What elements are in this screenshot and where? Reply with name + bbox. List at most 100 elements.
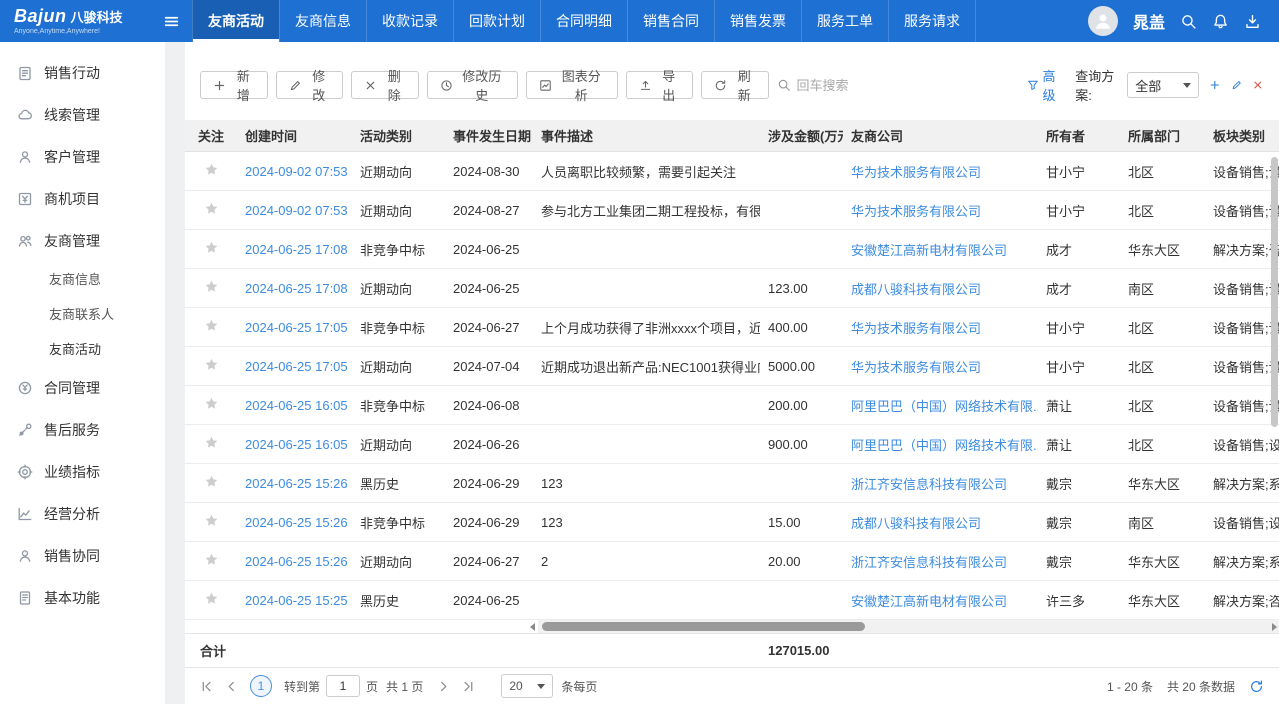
- first-page-button[interactable]: [200, 680, 213, 693]
- vertical-scrollbar[interactable]: [1271, 157, 1278, 427]
- table-row[interactable]: 2024-06-25 16:05非竞争中标2024-06-08200.00阿里巴…: [185, 386, 1279, 425]
- column-header-创建时间[interactable]: 创建时间: [237, 126, 352, 145]
- table-row[interactable]: 2024-06-25 15:26黑历史2024-06-29123浙江齐安信息科技…: [185, 464, 1279, 503]
- star-icon[interactable]: [204, 474, 219, 489]
- tab-销售发票[interactable]: 销售发票: [714, 0, 801, 42]
- tab-友商活动[interactable]: 友商活动: [192, 0, 279, 42]
- sidebar-item-售后服务[interactable]: 售后服务: [0, 409, 165, 451]
- star-icon[interactable]: [204, 591, 219, 606]
- column-header-事件描述[interactable]: 事件描述: [533, 126, 760, 145]
- table-row[interactable]: 2024-09-02 07:53近期动向2024-08-27参与北方工业集团二期…: [185, 191, 1279, 230]
- sidebar-item-业绩指标[interactable]: 业绩指标: [0, 451, 165, 493]
- delete-query-plan-button[interactable]: [1252, 78, 1264, 92]
- star-icon[interactable]: [204, 162, 219, 177]
- sidebar-item-销售协同[interactable]: 销售协同: [0, 535, 165, 577]
- sidebar-item-客户管理[interactable]: 客户管理: [0, 136, 165, 178]
- table-row[interactable]: 2024-06-25 15:26非竞争中标2024-06-2912315.00成…: [185, 503, 1279, 542]
- hscroll-thumb[interactable]: [542, 622, 865, 631]
- column-header-关注[interactable]: 关注: [185, 126, 237, 145]
- star-icon[interactable]: [204, 513, 219, 528]
- cell-company[interactable]: 成都八骏科技有限公司: [843, 279, 1038, 298]
- cell-created[interactable]: 2024-06-25 17:05: [237, 320, 352, 335]
- toolbar-button-修改[interactable]: 修改: [276, 71, 344, 99]
- table-row[interactable]: 2024-06-25 15:26近期动向2024-06-27220.00浙江齐安…: [185, 542, 1279, 581]
- last-page-button[interactable]: [462, 680, 475, 693]
- notification-bell-icon[interactable]: [1212, 13, 1229, 30]
- cell-created[interactable]: 2024-06-25 15:26: [237, 554, 352, 569]
- cell-created[interactable]: 2024-06-25 17:08: [237, 242, 352, 257]
- sidebar-subitem-友商活动[interactable]: 友商活动: [0, 332, 165, 367]
- hscroll-track[interactable]: [538, 620, 1279, 633]
- cell-company[interactable]: 华为技术服务有限公司: [843, 162, 1038, 181]
- star-icon[interactable]: [204, 318, 219, 333]
- cell-created[interactable]: 2024-06-25 17:08: [237, 281, 352, 296]
- table-row[interactable]: 2024-06-25 17:08非竞争中标2024-06-25安徽楚江高新电材有…: [185, 230, 1279, 269]
- sidebar-item-经营分析[interactable]: 经营分析: [0, 493, 165, 535]
- cell-company[interactable]: 阿里巴巴（中国）网络技术有限...: [843, 396, 1038, 415]
- toolbar-button-新增[interactable]: 新增: [200, 71, 268, 99]
- hamburger-menu-icon[interactable]: [150, 0, 192, 42]
- toolbar-button-图表分析[interactable]: 图表分析: [526, 71, 617, 99]
- cell-created[interactable]: 2024-06-25 15:26: [237, 515, 352, 530]
- sidebar-item-友商管理[interactable]: 友商管理: [0, 220, 165, 262]
- scroll-right-arrow-icon[interactable]: [1272, 623, 1277, 631]
- prev-page-button[interactable]: [225, 680, 238, 693]
- table-row[interactable]: 2024-06-25 17:08近期动向2024-06-25123.00成都八骏…: [185, 269, 1279, 308]
- star-icon[interactable]: [204, 552, 219, 567]
- cell-company[interactable]: 阿里巴巴（中国）网络技术有限...: [843, 435, 1038, 454]
- tab-收款记录[interactable]: 收款记录: [366, 0, 453, 42]
- column-header-涉及金额(万元)[interactable]: 涉及金额(万元): [760, 126, 843, 145]
- add-query-plan-button[interactable]: [1209, 78, 1221, 92]
- cell-created[interactable]: 2024-06-25 16:05: [237, 437, 352, 452]
- column-header-友商公司[interactable]: 友商公司: [843, 126, 1038, 145]
- sidebar-item-商机项目[interactable]: 商机项目: [0, 178, 165, 220]
- column-header-所属部门[interactable]: 所属部门: [1120, 126, 1205, 145]
- tab-友商信息[interactable]: 友商信息: [279, 0, 366, 42]
- topbar-search-icon[interactable]: [1180, 13, 1197, 30]
- download-icon[interactable]: [1244, 13, 1261, 30]
- cell-created[interactable]: 2024-09-02 07:53: [237, 203, 352, 218]
- star-icon[interactable]: [204, 357, 219, 372]
- cell-company[interactable]: 华为技术服务有限公司: [843, 357, 1038, 376]
- star-icon[interactable]: [204, 435, 219, 450]
- cell-company[interactable]: 浙江齐安信息科技有限公司: [843, 474, 1038, 493]
- goto-page-input[interactable]: [326, 675, 360, 697]
- table-row[interactable]: 2024-06-25 17:05非竞争中标2024-06-27上个月成功获得了非…: [185, 308, 1279, 347]
- query-plan-select[interactable]: 全部: [1127, 72, 1199, 98]
- tab-销售合同[interactable]: 销售合同: [627, 0, 714, 42]
- cell-company[interactable]: 安徽楚江高新电材有限公司: [843, 591, 1038, 610]
- sidebar-subitem-友商信息[interactable]: 友商信息: [0, 262, 165, 297]
- column-header-事件发生日期[interactable]: 事件发生日期: [445, 126, 533, 145]
- cell-company[interactable]: 安徽楚江高新电材有限公司: [843, 240, 1038, 259]
- cell-created[interactable]: 2024-06-25 15:25: [237, 593, 352, 608]
- tab-回款计划[interactable]: 回款计划: [453, 0, 540, 42]
- table-row[interactable]: 2024-06-25 17:05近期动向2024-07-04近期成功退出新产品:…: [185, 347, 1279, 386]
- star-icon[interactable]: [204, 279, 219, 294]
- username[interactable]: 晁盖: [1133, 9, 1165, 33]
- tab-合同明细[interactable]: 合同明细: [540, 0, 627, 42]
- cell-created[interactable]: 2024-06-25 17:05: [237, 359, 352, 374]
- cell-created[interactable]: 2024-06-25 15:26: [237, 476, 352, 491]
- table-row[interactable]: 2024-06-25 15:25黑历史2024-06-25安徽楚江高新电材有限公…: [185, 581, 1279, 620]
- page-size-select[interactable]: 20: [501, 674, 553, 698]
- column-header-板块类别[interactable]: 板块类别: [1205, 126, 1279, 145]
- next-page-button[interactable]: [437, 680, 450, 693]
- cell-created[interactable]: 2024-09-02 07:53: [237, 164, 352, 179]
- cell-company[interactable]: 浙江齐安信息科技有限公司: [843, 552, 1038, 571]
- sidebar-item-线索管理[interactable]: 线索管理: [0, 94, 165, 136]
- toolbar-button-刷新[interactable]: 刷新: [701, 71, 769, 99]
- scroll-left-arrow-icon[interactable]: [530, 623, 535, 631]
- cell-company[interactable]: 华为技术服务有限公司: [843, 318, 1038, 337]
- sidebar-item-基本功能[interactable]: 基本功能: [0, 577, 165, 619]
- cell-company[interactable]: 成都八骏科技有限公司: [843, 513, 1038, 532]
- advanced-filter-button[interactable]: 高级: [1027, 66, 1062, 104]
- sidebar-item-合同管理[interactable]: 合同管理: [0, 367, 165, 409]
- search-input[interactable]: [797, 78, 907, 93]
- edit-query-plan-button[interactable]: [1231, 78, 1243, 92]
- star-icon[interactable]: [204, 240, 219, 255]
- cell-company[interactable]: 华为技术服务有限公司: [843, 201, 1038, 220]
- toolbar-button-删除[interactable]: 删除: [351, 71, 419, 99]
- table-row[interactable]: 2024-09-02 07:53近期动向2024-08-30人员离职比较频繁，需…: [185, 152, 1279, 191]
- cell-created[interactable]: 2024-06-25 16:05: [237, 398, 352, 413]
- column-header-所有者[interactable]: 所有者: [1038, 126, 1120, 145]
